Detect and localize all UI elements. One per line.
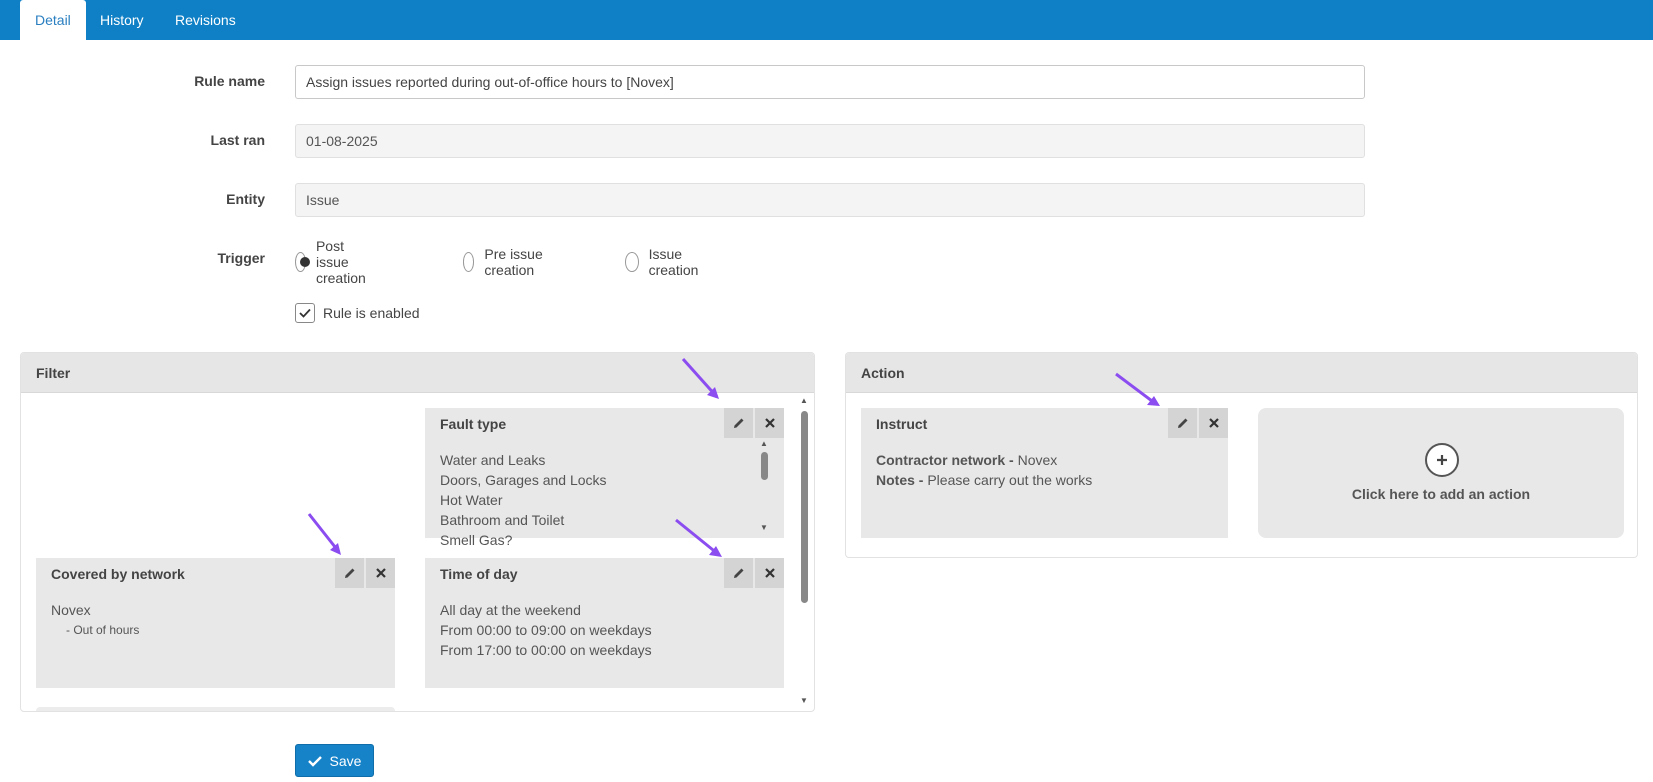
covered-by-network-card: Covered by network Novex - Out of hours: [36, 558, 395, 688]
entity-label: Entity: [226, 191, 265, 207]
time-of-day-edit-button[interactable]: [723, 558, 753, 588]
fault-type-delete-button[interactable]: [754, 408, 784, 438]
rule-name-input[interactable]: Assign issues reported during out-of-off…: [295, 65, 1365, 99]
partial-card: [36, 707, 395, 711]
pencil-icon: [1177, 418, 1187, 428]
list-item: Bathroom and Toilet: [440, 512, 565, 528]
instruct-title: Instruct: [876, 416, 928, 432]
instruct-body: Contractor network - Novex Notes - Pleas…: [876, 450, 1092, 490]
fault-type-list: Water and Leaks Doors, Garages and Locks…: [440, 450, 607, 550]
network-name: Novex: [51, 602, 91, 618]
tab-detail[interactable]: Detail: [20, 0, 86, 40]
save-button-label: Save: [329, 752, 362, 769]
scroll-thumb[interactable]: [801, 411, 808, 603]
trigger-label: Trigger: [217, 250, 265, 266]
plus-icon[interactable]: [1425, 443, 1459, 477]
fault-type-card: Fault type Water and Leaks Doors, Garage…: [425, 408, 784, 548]
tab-revisions[interactable]: Revisions: [160, 0, 251, 40]
add-action-card[interactable]: Click here to add an action: [1258, 408, 1624, 538]
time-of-day-card: Time of day All day at the weekend From …: [425, 558, 784, 688]
covered-by-network-body: Novex - Out of hours: [51, 600, 139, 640]
notes-value: Please carry out the works: [927, 472, 1093, 488]
time-of-day-list: All day at the weekend From 00:00 to 09:…: [440, 600, 652, 660]
list-item: Water and Leaks: [440, 452, 546, 468]
pencil-icon: [733, 418, 743, 428]
trigger-pre-issue-creation[interactable]: Pre issue creation: [463, 246, 543, 278]
rule-enabled-checkbox[interactable]: [295, 303, 315, 323]
contractor-network-label: Contractor network -: [876, 452, 1014, 468]
scroll-down-icon[interactable]: ▼: [799, 697, 809, 705]
contractor-network-value: Novex: [1017, 452, 1058, 468]
scroll-thumb[interactable]: [761, 452, 768, 480]
trigger-issue-creation[interactable]: Issue creation: [625, 246, 705, 278]
close-icon: [1208, 418, 1219, 428]
scroll-down-icon[interactable]: ▼: [759, 524, 769, 532]
contractor-network-row: Contractor network - Novex: [876, 450, 1092, 470]
close-icon: [375, 568, 386, 578]
notes-row: Notes - Please carry out the works: [876, 470, 1092, 490]
tab-history[interactable]: History: [85, 0, 159, 40]
list-item: Hot Water: [440, 492, 503, 508]
time-of-day-delete-button[interactable]: [754, 558, 784, 588]
fault-type-title: Fault type: [440, 416, 507, 432]
pencil-icon: [344, 568, 354, 578]
last-ran-label: Last ran: [210, 132, 265, 148]
annotation-arrow-icon: [1115, 372, 1160, 406]
notes-label: Notes -: [876, 472, 924, 488]
filter-scrollbar[interactable]: ▲ ▼: [798, 393, 810, 709]
annotation-arrow-icon: [675, 518, 722, 557]
trigger-post-issue-creation[interactable]: Post issue creation: [295, 238, 375, 286]
instruct-delete-button[interactable]: [1198, 408, 1228, 438]
close-icon: [764, 568, 775, 578]
action-panel-header: Action: [846, 353, 1637, 393]
list-item: From 00:00 to 09:00 on weekdays: [440, 622, 652, 638]
last-ran-field: 01-08-2025: [295, 124, 1365, 158]
save-button[interactable]: Save: [295, 744, 374, 777]
annotation-arrow-icon: [681, 357, 719, 399]
list-item: From 17:00 to 00:00 on weekdays: [440, 642, 652, 658]
rule-enabled-row[interactable]: Rule is enabled: [295, 303, 420, 323]
radio-label: Pre issue creation: [484, 246, 543, 278]
instruct-edit-button[interactable]: [1167, 408, 1197, 438]
fault-type-scrollbar[interactable]: ▲ ▼: [758, 440, 770, 532]
covered-by-network-title: Covered by network: [51, 566, 185, 582]
top-tab-bar: Detail History Revisions: [0, 0, 1653, 40]
time-of-day-title: Time of day: [440, 566, 518, 582]
fault-type-edit-button[interactable]: [723, 408, 753, 438]
check-icon: [299, 308, 311, 318]
close-icon: [764, 418, 775, 428]
instruct-card: Instruct Contractor network - Novex Note…: [861, 408, 1228, 538]
radio-unchecked-icon[interactable]: [463, 252, 475, 272]
scroll-up-icon[interactable]: ▲: [759, 440, 769, 448]
list-item: Doors, Garages and Locks: [440, 472, 607, 488]
check-icon: [307, 755, 322, 767]
radio-label: Post issue creation: [315, 238, 366, 286]
radio-checked-icon[interactable]: [295, 252, 310, 272]
add-action-label: Click here to add an action: [1351, 486, 1531, 502]
list-item: Smell Gas?: [440, 532, 513, 548]
pencil-icon: [733, 568, 743, 578]
network-sub-item: - Out of hours: [66, 623, 140, 637]
covered-by-network-edit-button[interactable]: [334, 558, 364, 588]
radio-label: Issue creation: [648, 246, 699, 278]
list-item: All day at the weekend: [440, 602, 581, 618]
entity-field: Issue: [295, 183, 1365, 217]
radio-unchecked-icon[interactable]: [625, 252, 639, 272]
rule-name-label: Rule name: [194, 73, 265, 89]
scroll-up-icon[interactable]: ▲: [799, 397, 809, 405]
rule-enabled-label: Rule is enabled: [323, 305, 420, 321]
annotation-arrow-icon: [307, 513, 341, 555]
covered-by-network-delete-button[interactable]: [365, 558, 395, 588]
